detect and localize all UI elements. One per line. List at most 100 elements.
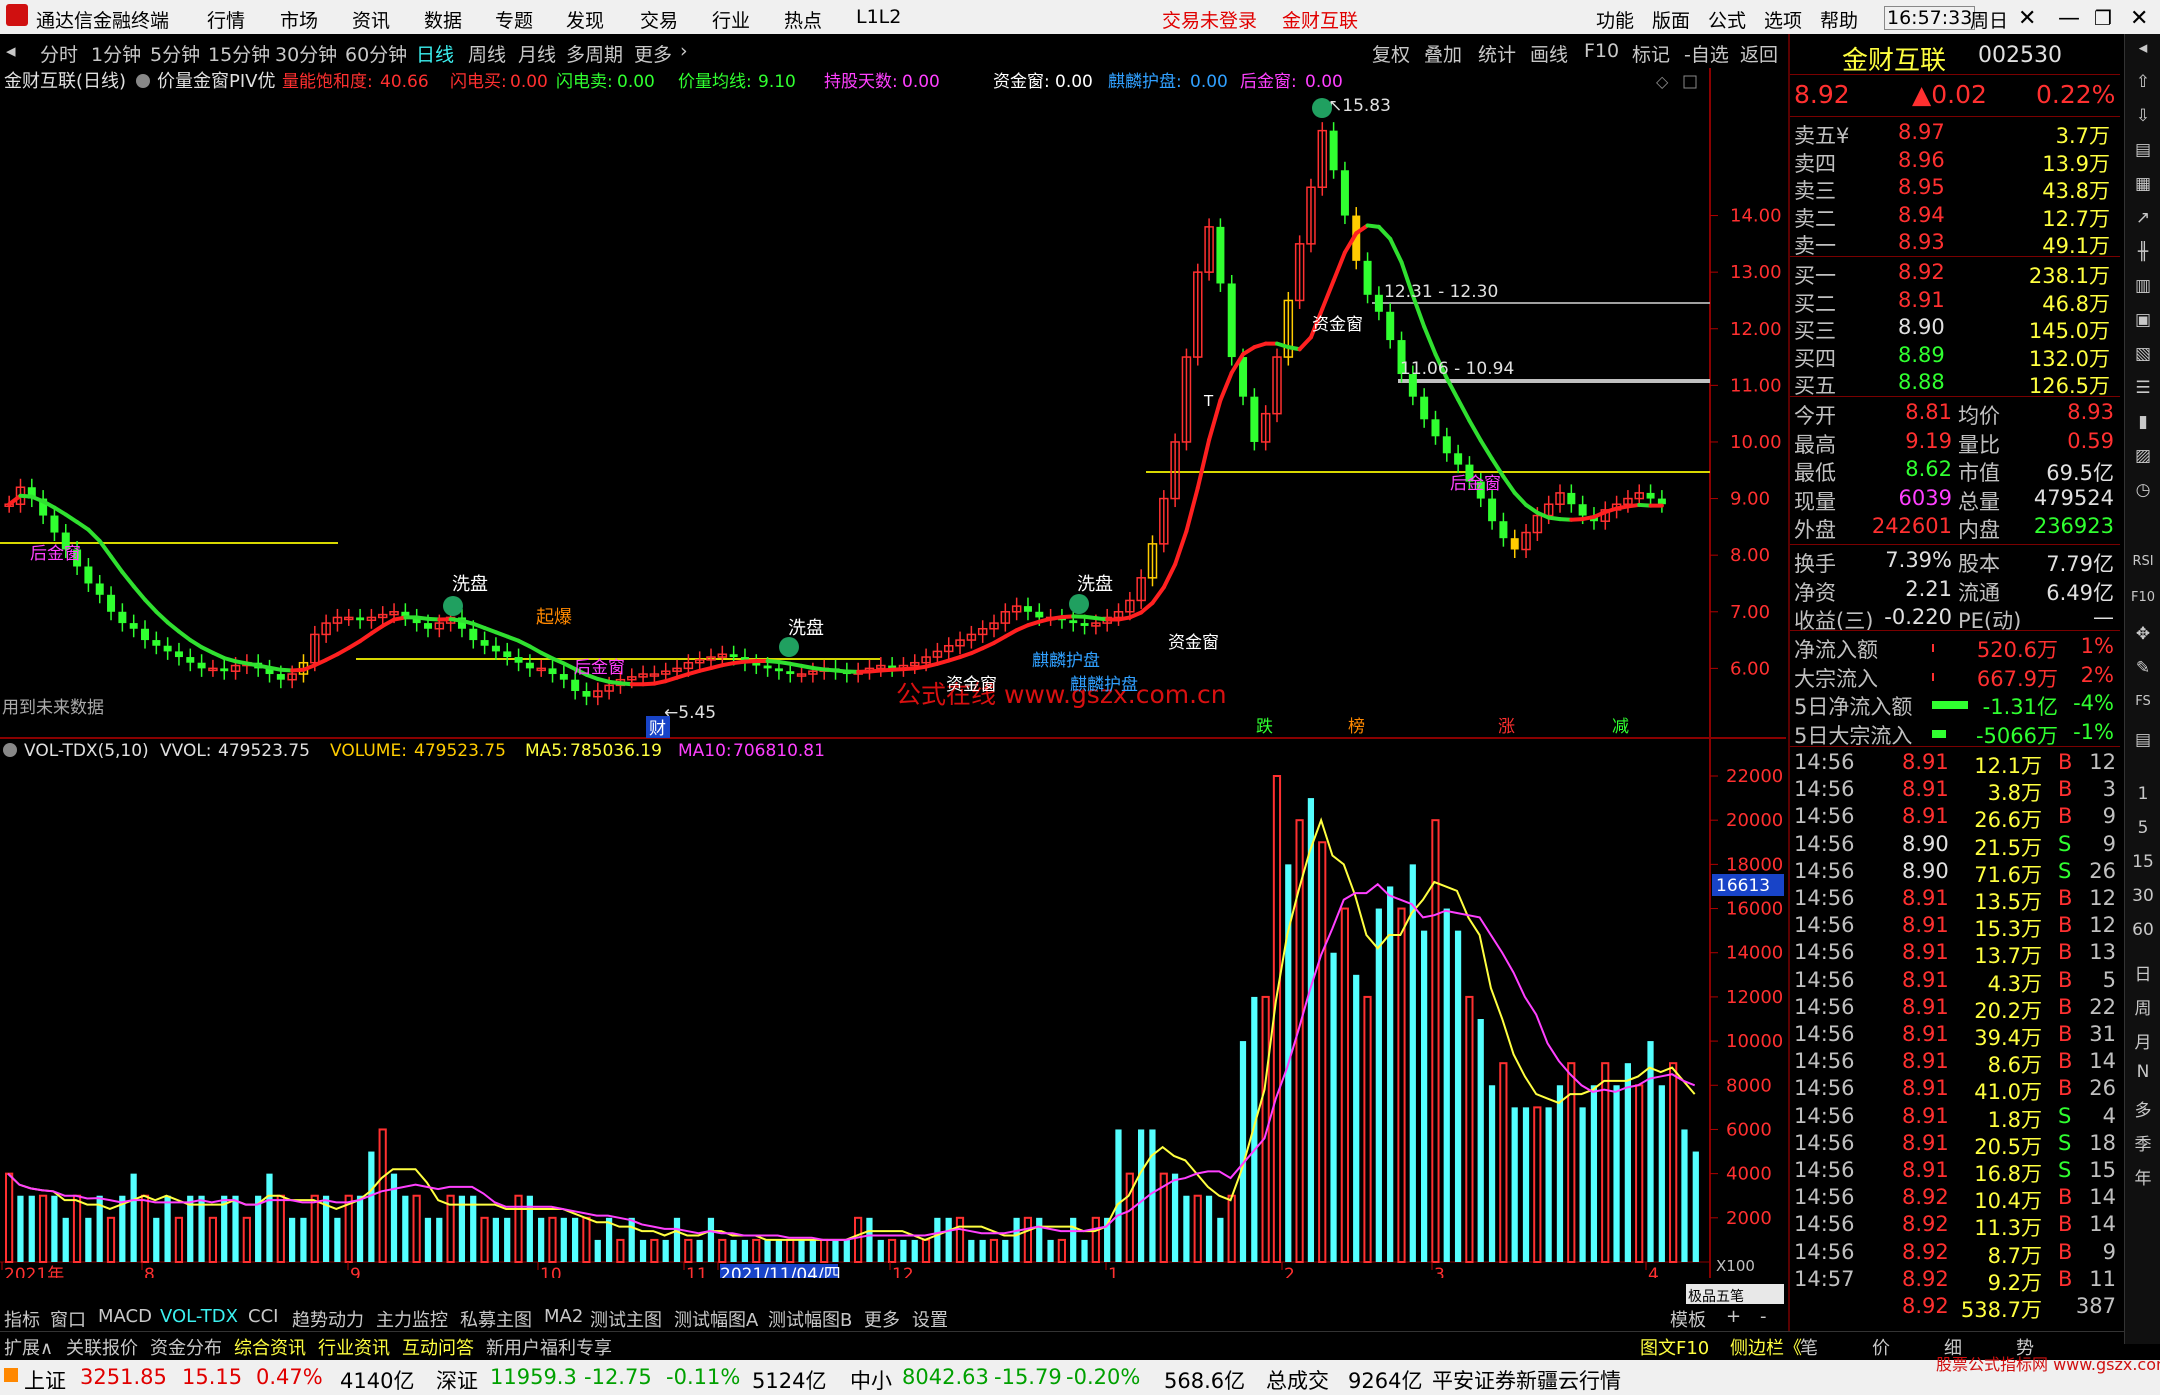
sidebar-season[interactable]: 季: [2129, 1130, 2157, 1158]
kline-icon[interactable]: ╫: [2129, 242, 2157, 270]
period-1min[interactable]: 1分钟: [91, 40, 141, 67]
table-icon[interactable]: ▥: [2129, 276, 2157, 304]
chevron-right-icon[interactable]: ›: [680, 40, 688, 62]
period-monthly[interactable]: 月线: [518, 40, 556, 67]
status-icon[interactable]: [4, 1368, 18, 1382]
menu-shichang[interactable]: 市场: [280, 6, 318, 33]
menu-shuju[interactable]: 数据: [424, 6, 462, 33]
tool-zixuan[interactable]: -自选: [1684, 40, 1729, 67]
tab-zhuli[interactable]: 主力监控: [376, 1306, 448, 1332]
ext-fund-dist[interactable]: 资金分布: [150, 1334, 222, 1360]
menu-xuanxiang[interactable]: 选项: [1764, 6, 1802, 33]
tab-remove[interactable]: -: [1760, 1306, 1767, 1327]
ime-widget[interactable]: 极品五笔: [1686, 1284, 1784, 1305]
menu-banmian[interactable]: 版面: [1652, 6, 1690, 33]
collapse-icon[interactable]: ◂: [6, 40, 16, 62]
sidebar-month[interactable]: 月: [2129, 1028, 2157, 1056]
chart-bar-icon[interactable]: ▮: [2129, 412, 2157, 440]
period-daily[interactable]: 日线: [416, 40, 454, 67]
tab-ma2[interactable]: MA2: [544, 1306, 583, 1327]
menu-gongneng[interactable]: 功能: [1596, 6, 1634, 33]
period-weekly[interactable]: 周线: [468, 40, 506, 67]
tab-template[interactable]: 模板: [1670, 1306, 1706, 1332]
menu-jiaoyi[interactable]: 交易: [640, 6, 678, 33]
menu-bangzhu[interactable]: 帮助: [1820, 6, 1858, 33]
tab-zhibiao[interactable]: 指标: [4, 1306, 40, 1332]
menu-gongshi[interactable]: 公式: [1708, 6, 1746, 33]
tab-cci[interactable]: CCI: [248, 1306, 278, 1327]
sidebar-60[interactable]: 60: [2129, 920, 2157, 948]
tab-simu[interactable]: 私募主图: [460, 1306, 532, 1332]
sidebar-15[interactable]: 15: [2129, 852, 2157, 880]
kline-chart-area[interactable]: 金财互联(日线) 价量金窗PIV优 量能饱和度: 40.66 闪电买: 0.00…: [0, 68, 1786, 1285]
sidebar-5[interactable]: 5: [2129, 818, 2157, 846]
sidebar-rsi[interactable]: RSI: [2129, 554, 2157, 582]
close-window-icon[interactable]: ✕: [2130, 6, 2148, 31]
menu-hangye[interactable]: 行业: [712, 6, 750, 33]
sidebar-f10[interactable]: F10: [2129, 590, 2157, 618]
ext-sidebar[interactable]: 侧边栏《: [1730, 1334, 1802, 1360]
period-5min[interactable]: 5分钟: [150, 40, 200, 67]
zx-label[interactable]: 中小: [850, 1365, 892, 1395]
period-30min[interactable]: 30分钟: [275, 40, 337, 67]
move-icon[interactable]: ✥: [2129, 624, 2157, 652]
tool-fanhui[interactable]: 返回: [1740, 40, 1778, 67]
down-arrow-icon[interactable]: ⇩: [2129, 106, 2157, 134]
period-60min[interactable]: 60分钟: [345, 40, 407, 67]
close-icon[interactable]: ✕: [2018, 6, 2036, 31]
sidebar-multi[interactable]: 多: [2129, 1096, 2157, 1124]
sz-label[interactable]: 深证: [436, 1365, 478, 1395]
layers-icon[interactable]: ▨: [2129, 446, 2157, 474]
tab-settings[interactable]: 设置: [912, 1306, 948, 1332]
menu-redian[interactable]: 热点: [784, 6, 822, 33]
ext-tab-bi[interactable]: 笔: [1800, 1334, 1818, 1360]
finance-icon[interactable]: ▣: [2129, 310, 2157, 338]
period-more[interactable]: 更多: [634, 40, 672, 67]
sheet2-icon[interactable]: ▤: [2129, 730, 2157, 758]
maximize-icon[interactable]: ❐: [2094, 6, 2112, 30]
tab-ceshi-zhutu[interactable]: 测试主图: [590, 1306, 662, 1332]
tab-chuangkou[interactable]: 窗口: [50, 1306, 86, 1332]
ext-related-quote[interactable]: 关联报价: [66, 1334, 138, 1360]
ext-toggle[interactable]: 扩展∧: [4, 1334, 53, 1360]
period-15min[interactable]: 15分钟: [208, 40, 270, 67]
tab-ceshi-b[interactable]: 测试幅图B: [768, 1306, 852, 1332]
sh-label[interactable]: 上证: [24, 1365, 66, 1395]
tool-fuquan[interactable]: 复权: [1372, 40, 1410, 67]
menu-zixun[interactable]: 资讯: [352, 6, 390, 33]
broker-name[interactable]: 平安证券新疆云行情: [1432, 1365, 1621, 1395]
diamond-icon[interactable]: ◇: [1656, 72, 1669, 91]
vol-menu-icon[interactable]: [3, 743, 17, 757]
sidebar-1[interactable]: 1: [2129, 784, 2157, 812]
doc-icon[interactable]: ▧: [2129, 344, 2157, 372]
tool-tongji[interactable]: 统计: [1478, 40, 1516, 67]
grid-icon[interactable]: ▦: [2129, 174, 2157, 202]
tab-macd[interactable]: MACD: [98, 1306, 152, 1327]
clock-icon[interactable]: ◷: [2129, 480, 2157, 508]
tool-biaoji[interactable]: 标记: [1632, 40, 1670, 67]
tab-more[interactable]: 更多: [864, 1306, 900, 1332]
sheet-icon[interactable]: ▤: [2129, 140, 2157, 168]
minimize-icon[interactable]: —: [2058, 6, 2080, 31]
tool-huaxian[interactable]: 画线: [1530, 40, 1568, 67]
list-icon[interactable]: ☰: [2129, 378, 2157, 406]
tab-ceshi-a[interactable]: 测试幅图A: [674, 1306, 758, 1332]
sidebar-collapse-icon[interactable]: ◂: [2129, 38, 2157, 66]
sidebar-year[interactable]: 年: [2129, 1164, 2157, 1192]
menu-l1l2[interactable]: L1L2: [856, 6, 901, 28]
menu-zhuanti[interactable]: 专题: [495, 6, 533, 33]
period-multi[interactable]: 多周期: [566, 40, 623, 67]
sidebar-n[interactable]: N: [2129, 1062, 2157, 1090]
up-arrow-icon[interactable]: ⇧: [2129, 72, 2157, 100]
ext-f10[interactable]: 图文F10: [1640, 1334, 1709, 1360]
ext-welfare[interactable]: 新用户福利专享: [486, 1334, 612, 1360]
ext-industry-news[interactable]: 行业资讯: [318, 1334, 390, 1360]
ext-news[interactable]: 综合资讯: [234, 1334, 306, 1360]
ext-tab-jia[interactable]: 价: [1872, 1334, 1890, 1360]
period-fenshi[interactable]: 分时: [40, 40, 78, 67]
sidebar-day[interactable]: 日: [2129, 960, 2157, 988]
tab-qushi[interactable]: 趋势动力: [292, 1306, 364, 1332]
pen-icon[interactable]: ✎: [2129, 658, 2157, 686]
trend-icon[interactable]: ↗: [2129, 208, 2157, 236]
tool-diejia[interactable]: 叠加: [1424, 40, 1462, 67]
